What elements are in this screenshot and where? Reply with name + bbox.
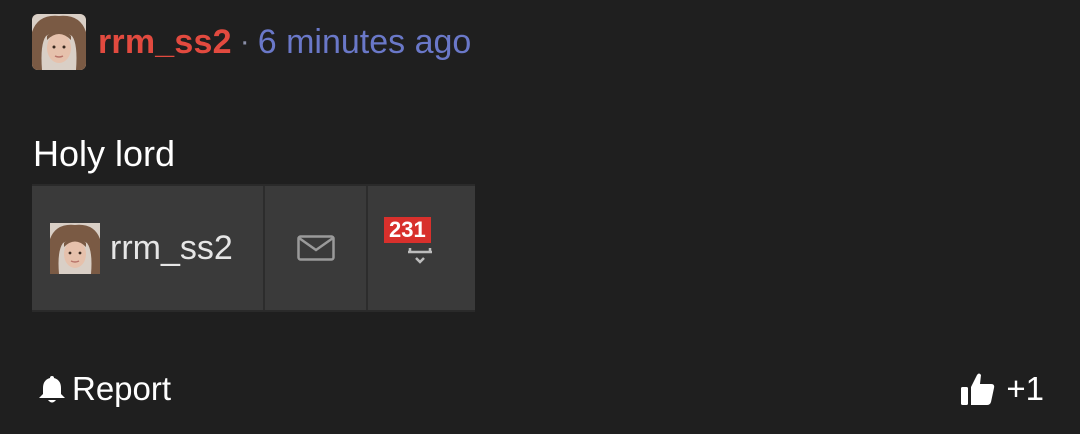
thumbs-up-icon [961, 373, 995, 405]
notifications-button[interactable]: 231 [368, 186, 475, 310]
embed-user[interactable]: rrm_ss2 [32, 186, 265, 310]
mail-icon [296, 235, 335, 261]
embed-avatar [50, 222, 100, 274]
separator: · [239, 25, 250, 58]
comment-header: rrm_ss2 · 6 minutes ago [32, 14, 471, 70]
vote-count: +1 [1006, 370, 1044, 407]
report-label: Report [72, 370, 172, 407]
embed-username: rrm_ss2 [110, 228, 233, 267]
embedded-userbar: rrm_ss2 231 [32, 184, 475, 312]
report-button[interactable]: Report [38, 370, 171, 408]
bell-icon [39, 376, 65, 403]
timestamp[interactable]: 6 minutes ago [258, 23, 472, 62]
mail-button[interactable] [265, 186, 368, 310]
avatar[interactable] [32, 14, 86, 70]
upvote-button[interactable]: +1 [960, 370, 1044, 408]
notification-count-badge: 231 [384, 217, 431, 243]
bell-icon [408, 248, 432, 264]
comment-body: Holy lord [33, 133, 176, 174]
author-name[interactable]: rrm_ss2 [98, 23, 232, 62]
